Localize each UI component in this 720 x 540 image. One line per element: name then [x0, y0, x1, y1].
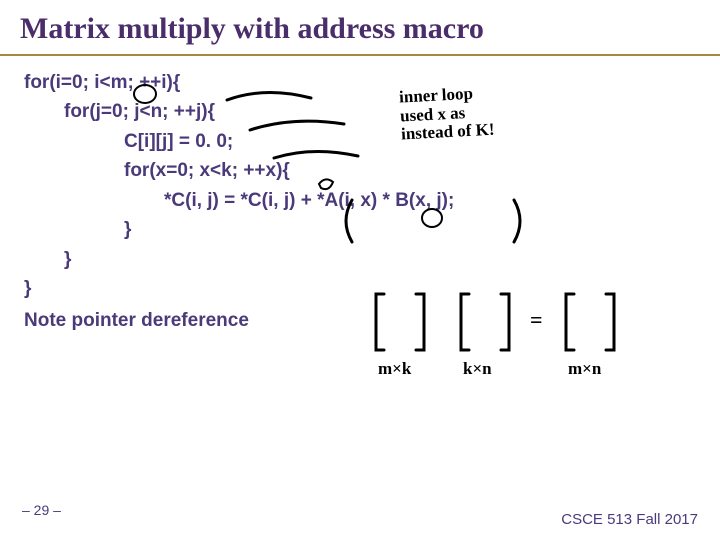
circle-annotation-icon	[420, 206, 444, 230]
handwritten-equals: =	[530, 308, 543, 332]
handwritten-dim-1: m×k	[378, 360, 411, 379]
bracket-sketch-icon	[560, 288, 620, 358]
bracket-sketch-icon	[455, 288, 515, 358]
circle-annotation-icon	[132, 82, 158, 106]
bracket-sketch-icon	[370, 288, 430, 358]
code-line-5: *C(i, j) = *C(i, j) + *A(i, x) * B(x, j)…	[24, 186, 696, 215]
slide-title: Matrix multiply with address macro	[0, 0, 720, 56]
code-line-7: }	[24, 245, 696, 274]
arrow-icon	[248, 118, 348, 138]
code-line-6: }	[24, 215, 696, 244]
handwritten-dim-3: m×n	[568, 360, 601, 379]
footer-text: CSCE 513 Fall 2017	[561, 511, 698, 528]
arrow-icon	[225, 88, 315, 108]
paren-right-icon	[510, 198, 528, 244]
page-number: – 29 –	[22, 502, 61, 518]
paren-left-icon	[338, 198, 356, 244]
handwritten-dim-2: k×n	[463, 360, 492, 379]
scribble-icon	[315, 174, 337, 196]
arrow-icon	[272, 148, 362, 166]
